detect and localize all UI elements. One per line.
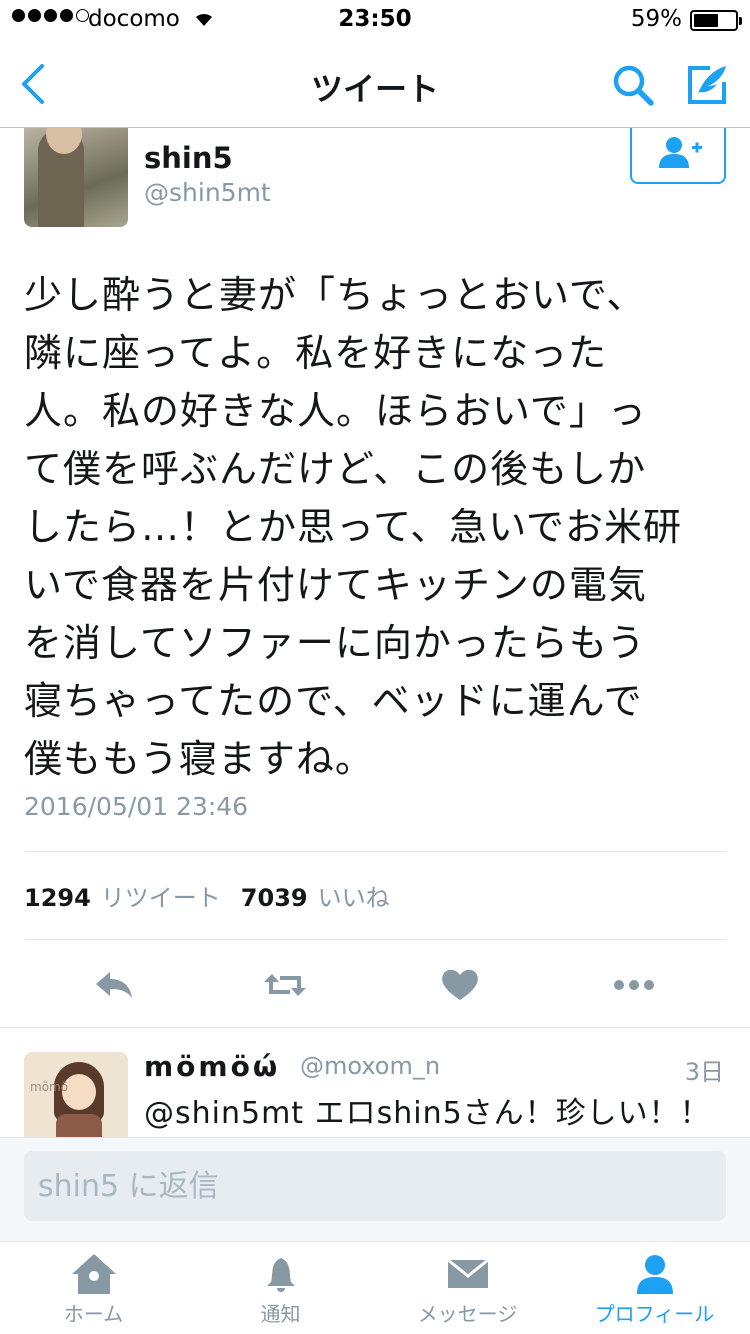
heart-icon[interactable] — [435, 960, 485, 1010]
search-icon[interactable] — [610, 62, 656, 108]
battery-percentage: 59% — [630, 6, 682, 32]
retweet-label[interactable]: リツイート — [101, 878, 221, 913]
tab-label: ホーム — [63, 1302, 124, 1326]
like-label[interactable]: いいね — [318, 878, 390, 913]
tab-label: メッセージ — [417, 1302, 518, 1326]
reply-time: 3日 — [684, 1058, 724, 1086]
retweet-icon[interactable] — [260, 960, 310, 1010]
like-count[interactable]: 7039 — [241, 884, 308, 912]
tab-notifications[interactable]: 通知 — [187, 1242, 374, 1334]
reply-input[interactable] — [24, 1151, 726, 1221]
reply-author-name[interactable]: mömöώ — [144, 1050, 280, 1083]
home-icon — [71, 1254, 116, 1294]
tweet-text: 少し酔うと妻が「ちょっとおいで、 隣に座ってよ。私を好きになった 人。私の好きな… — [24, 273, 683, 781]
more-icon[interactable] — [610, 960, 660, 1010]
follow-button[interactable] — [630, 128, 726, 184]
tab-messages[interactable]: メッセージ — [374, 1242, 561, 1334]
person-icon — [636, 1255, 673, 1294]
avatar[interactable] — [24, 128, 128, 227]
divider — [24, 851, 726, 852]
tab-label: 通知 — [260, 1302, 301, 1326]
battery-icon — [690, 10, 742, 31]
author-name[interactable]: shin5 — [144, 141, 233, 175]
status-bar: docomo 23:50 59% — [0, 0, 750, 40]
tab-profile[interactable]: プロフィール — [561, 1242, 748, 1334]
author-handle[interactable]: @shin5mt — [144, 178, 271, 207]
tweet-stats: 1294 リツイート 7039 いいね — [24, 878, 400, 913]
envelope-icon — [446, 1258, 489, 1288]
retweet-count[interactable]: 1294 — [24, 884, 91, 912]
reply-text[interactable]: @shin5mt エロshin5さん！珍しい！！ — [144, 1088, 711, 1132]
add-user-icon — [659, 137, 702, 168]
divider — [24, 939, 726, 940]
nav-bar: ツイート — [0, 40, 750, 128]
reply-avatar[interactable]: mömö — [24, 1052, 128, 1138]
compose-icon[interactable] — [684, 62, 730, 108]
tab-home[interactable]: ホーム — [0, 1242, 187, 1334]
reply-icon[interactable] — [90, 960, 140, 1010]
tab-bar: ホーム 通知 メッセージ プロフィール — [0, 1241, 750, 1334]
bell-icon — [266, 1258, 295, 1292]
tweet-actions — [0, 960, 750, 1012]
tab-label: プロフィール — [594, 1302, 715, 1326]
tweet-timestamp: 2016/05/01 23:46 — [24, 792, 249, 821]
divider — [0, 1027, 750, 1028]
reply-author-handle[interactable]: @moxom_n — [300, 1052, 440, 1080]
